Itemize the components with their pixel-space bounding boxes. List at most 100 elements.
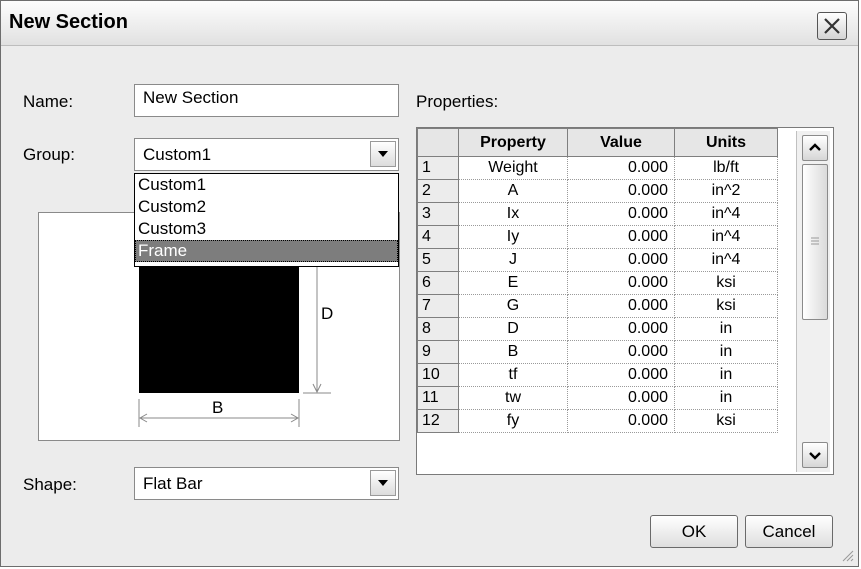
table-row[interactable]: 9 B 0.000 in [417,340,778,364]
group-option-frame[interactable]: Frame [135,240,398,262]
value-cell[interactable]: 0.000 [567,202,675,226]
row-number: 10 [417,363,459,387]
row-number: 11 [417,386,459,410]
table-row[interactable]: 6 E 0.000 ksi [417,271,778,295]
units-cell: in^4 [674,248,778,272]
table-row[interactable]: 4 Iy 0.000 in^4 [417,225,778,249]
property-cell: Ix [458,202,568,226]
scroll-up-icon [809,143,821,151]
title-bar[interactable]: New Section [1,1,858,46]
table-row[interactable]: 8 D 0.000 in [417,317,778,341]
table-row[interactable]: 5 J 0.000 in^4 [417,248,778,272]
chevron-down-icon [378,151,388,157]
column-header-units[interactable]: Units [674,128,778,157]
units-cell: ksi [674,409,778,433]
row-number: 6 [417,271,459,295]
units-cell: ksi [674,271,778,295]
property-cell: D [458,317,568,341]
property-cell: B [458,340,568,364]
properties-table: Property Value Units 1 Weight 0.000 lb/ft 2 A… [417,128,778,433]
group-option-custom2[interactable]: Custom2 [135,196,398,218]
shape-label: Shape: [23,475,77,494]
value-cell[interactable]: 0.000 [567,294,675,318]
row-number: 2 [417,179,459,203]
close-icon [824,18,840,34]
property-cell: fy [458,409,568,433]
grip-lines-icon [811,237,819,245]
header-row: Property Value Units [417,128,778,157]
table-row[interactable]: 12 fy 0.000 ksi [417,409,778,433]
scroll-thumb[interactable] [802,164,828,320]
column-header-value[interactable]: Value [567,128,675,157]
shape-select[interactable]: Flat Bar [134,467,399,500]
value-cell[interactable]: 0.000 [567,409,675,433]
value-cell[interactable]: 0.000 [567,156,675,180]
property-cell: tf [458,363,568,387]
property-cell: Iy [458,225,568,249]
section-shape [139,263,299,393]
row-number: 4 [417,225,459,249]
name-field-value: New Section [143,88,239,107]
property-cell: A [458,179,568,203]
chevron-down-icon [378,480,388,486]
cancel-button[interactable]: Cancel [745,515,833,548]
close-button[interactable] [817,12,847,40]
properties-grid: Property Value Units 1 Weight 0.000 lb/ft 2 A… [416,127,834,475]
scroll-up-button[interactable] [802,135,828,161]
value-cell[interactable]: 0.000 [567,340,675,364]
units-cell: in^4 [674,225,778,249]
properties-body: 1 Weight 0.000 lb/ft 2 A 0.000 in^2 3 Ix 0.000 in^4… [417,156,778,433]
shape-select-value: Flat Bar [143,474,203,493]
value-cell[interactable]: 0.000 [567,248,675,272]
group-option-custom3[interactable]: Custom3 [135,218,398,240]
corner-header [417,128,459,157]
units-cell: in [674,363,778,387]
value-cell[interactable]: 0.000 [567,179,675,203]
properties-label: Properties: [416,92,499,111]
table-row[interactable]: 10 tf 0.000 in [417,363,778,387]
value-cell[interactable]: 0.000 [567,363,675,387]
row-number: 8 [417,317,459,341]
table-row[interactable]: 7 G 0.000 ksi [417,294,778,318]
column-header-property[interactable]: Property [458,128,568,157]
units-cell: in^2 [674,179,778,203]
resize-grip-icon[interactable] [840,548,854,562]
table-row[interactable]: 2 A 0.000 in^2 [417,179,778,203]
name-field[interactable]: New Section [134,84,399,117]
property-cell: E [458,271,568,295]
row-number: 3 [417,202,459,226]
group-option-custom1[interactable]: Custom1 [135,174,398,196]
group-select[interactable]: Custom1 [134,138,399,171]
ok-button[interactable]: OK [650,515,738,548]
property-cell: Weight [458,156,568,180]
value-cell[interactable]: 0.000 [567,386,675,410]
properties-scrollbar[interactable] [796,131,830,472]
row-number: 1 [417,156,459,180]
row-number: 5 [417,248,459,272]
group-dropdown-button[interactable] [370,141,396,167]
scroll-down-button[interactable] [802,442,828,468]
value-cell[interactable]: 0.000 [567,271,675,295]
row-number: 9 [417,340,459,364]
dim-b-label: B [212,398,223,417]
property-cell: tw [458,386,568,410]
value-cell[interactable]: 0.000 [567,317,675,341]
row-number: 7 [417,294,459,318]
scroll-down-icon [809,452,821,460]
name-label: Name: [23,92,74,111]
shape-dropdown-button[interactable] [370,470,396,496]
units-cell: lb/ft [674,156,778,180]
new-section-dialog: New Section Name: New Section Group: Cus… [0,0,859,567]
dim-d-label: D [321,304,333,323]
property-cell: G [458,294,568,318]
table-row[interactable]: 3 Ix 0.000 in^4 [417,202,778,226]
units-cell: ksi [674,294,778,318]
group-select-value: Custom1 [143,145,212,164]
property-cell: J [458,248,568,272]
table-row[interactable]: 1 Weight 0.000 lb/ft [417,156,778,180]
value-cell[interactable]: 0.000 [567,225,675,249]
table-row[interactable]: 11 tw 0.000 in [417,386,778,410]
group-dropdown-list: Custom1 Custom2 Custom3 Frame [134,173,399,267]
row-number: 12 [417,409,459,433]
units-cell: in [674,386,778,410]
